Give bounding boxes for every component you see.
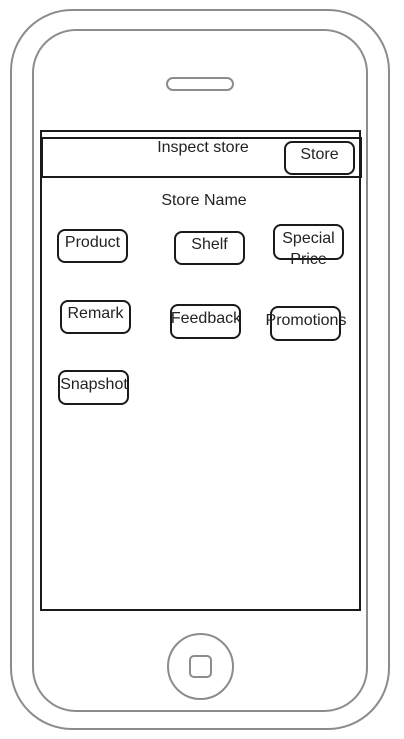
store-button-label: Store bbox=[300, 146, 339, 163]
home-button-icon bbox=[189, 655, 212, 678]
remark-button-label: Remark bbox=[67, 305, 124, 322]
promotions-button-label: Promotions bbox=[265, 312, 347, 329]
page-title: Inspect store bbox=[157, 139, 249, 156]
shelf-button-label: Shelf bbox=[191, 236, 228, 253]
product-button-label: Product bbox=[64, 234, 121, 251]
store-name-label: Store Name bbox=[161, 192, 247, 209]
special-price-label-line2: Price bbox=[290, 251, 327, 268]
special-price-label-line1: Special bbox=[282, 230, 335, 247]
snapshot-button-label: Snapshot bbox=[60, 376, 128, 393]
feedback-button-label: Feedback bbox=[170, 310, 242, 327]
phone-speaker bbox=[166, 77, 234, 91]
